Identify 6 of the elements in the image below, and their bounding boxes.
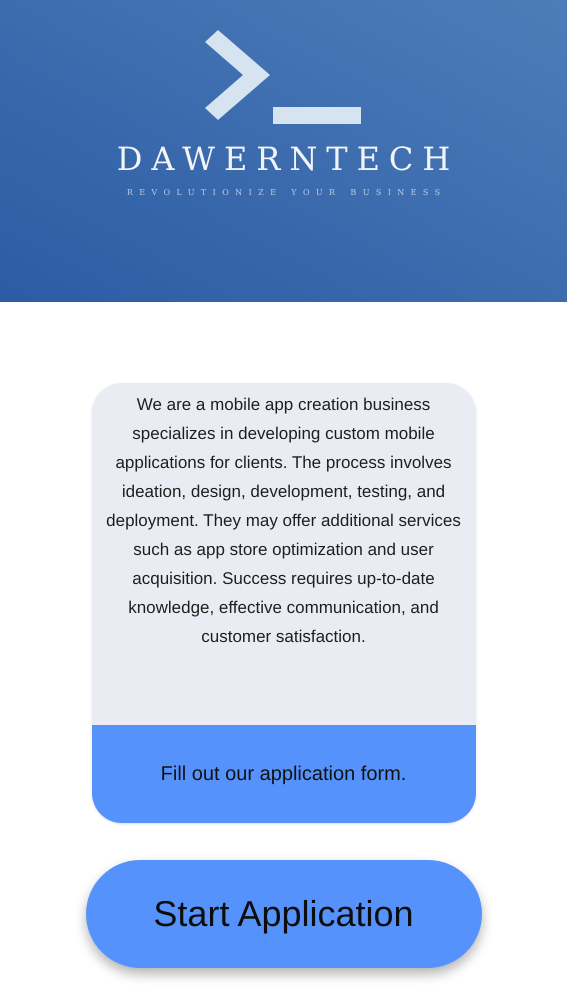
- description-text: We are a mobile app creation business specializes in developing custom mobile applications for clients. The process involves ideation, design, development, testing, and deployment. They may offer additional services such as app store optimization and user acquisition. Success requires up-to-date knowledge, effective communication, and customer satisfaction.: [105, 394, 462, 648]
- tagline: REVOLUTIONIZE YOUR BUSINESS: [126, 189, 447, 197]
- footer-text: Fill out our application form.: [160, 762, 406, 787]
- brand-name: DAWERNTECH: [116, 143, 460, 175]
- start-application-button[interactable]: Start Application: [86, 860, 482, 968]
- terminal-prompt-icon: [204, 30, 360, 125]
